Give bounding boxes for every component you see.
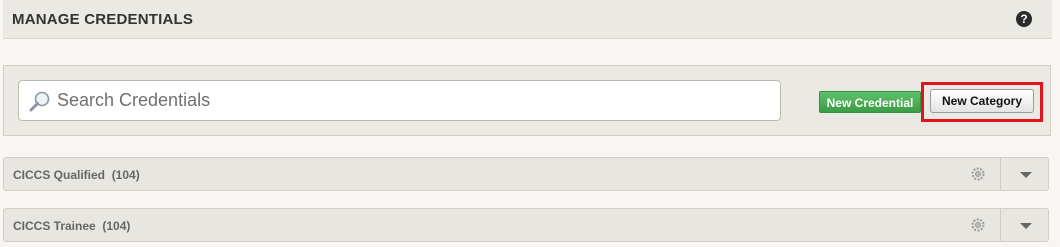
row-divider (1000, 209, 1001, 241)
gear-icon[interactable] (971, 218, 985, 232)
category-label: CICCS Trainee (104) (13, 219, 131, 233)
row-divider (1000, 158, 1001, 190)
category-label: CICCS Qualified (104) (13, 168, 140, 182)
search-icon (29, 91, 50, 112)
chevron-down-icon[interactable] (1020, 223, 1032, 229)
chevron-down-icon[interactable] (1020, 172, 1032, 178)
new-credential-button[interactable]: New Credential (819, 91, 921, 113)
new-category-button[interactable]: New Category (930, 89, 1034, 113)
search-input[interactable] (57, 81, 757, 120)
gear-icon[interactable] (971, 167, 985, 181)
page-header: MANAGE CREDENTIALS ? (3, 0, 1052, 39)
category-row-ciccs-trainee[interactable]: CICCS Trainee (104) (3, 208, 1049, 242)
category-row-ciccs-qualified[interactable]: CICCS Qualified (104) (3, 157, 1049, 191)
page-title: MANAGE CREDENTIALS (12, 11, 194, 28)
search-panel: New Credential New Category (3, 65, 1051, 136)
help-icon[interactable]: ? (1016, 11, 1032, 27)
search-box[interactable] (18, 80, 781, 121)
